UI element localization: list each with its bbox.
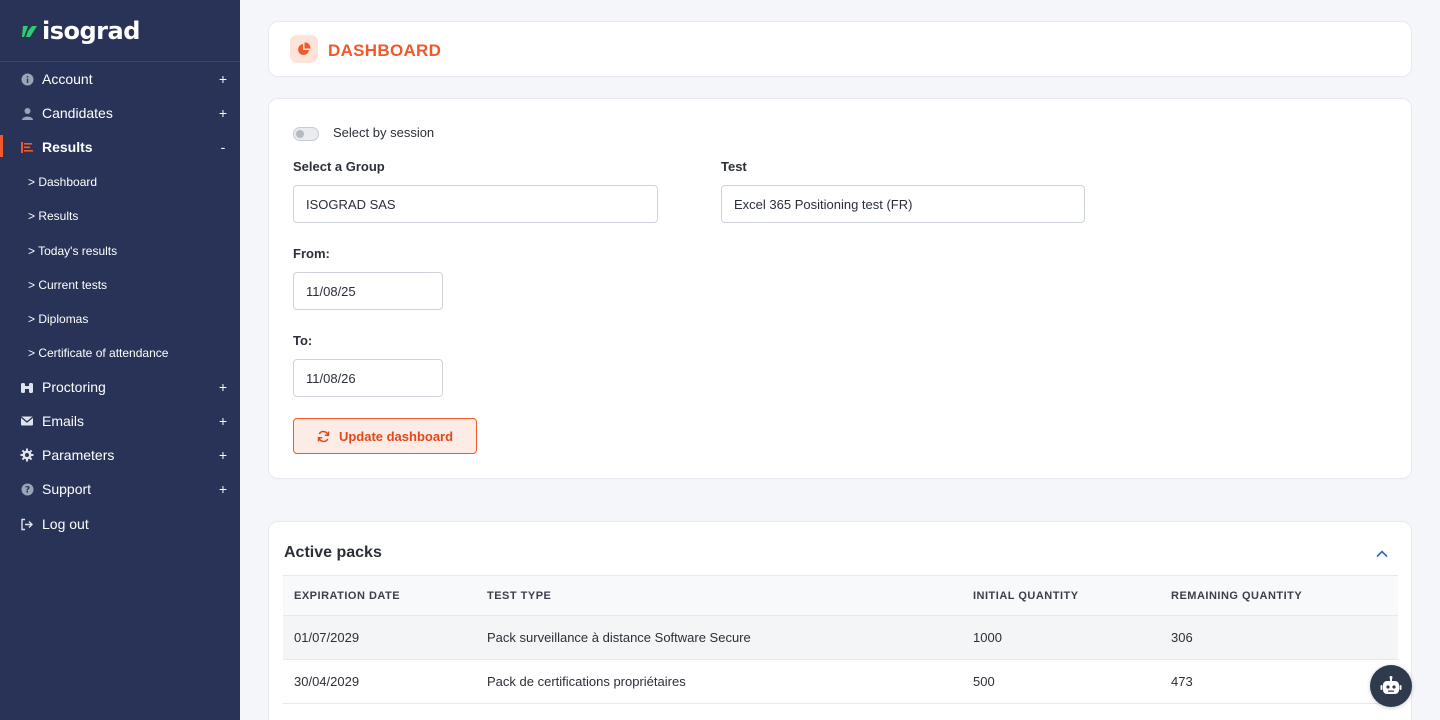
page-header: DASHBOARD	[268, 21, 1412, 77]
sidebar-item-label: Support	[42, 481, 92, 497]
refresh-icon	[317, 430, 330, 442]
sidebar-item-support[interactable]: ? Support +	[0, 474, 240, 504]
expand-icon[interactable]: +	[217, 71, 229, 87]
logout-icon	[20, 517, 34, 531]
group-select[interactable]	[293, 185, 658, 223]
to-label: To:	[293, 333, 313, 348]
from-label: From:	[293, 246, 330, 261]
column-header-test-type[interactable]: TEST TYPE	[476, 575, 962, 616]
sidebar: isograd Account + Candidates + Results -…	[0, 0, 240, 720]
sidebar-item-label: Emails	[42, 413, 85, 429]
sidebar-item-label: Results	[42, 139, 93, 155]
logo-text: isograd	[42, 17, 140, 45]
help-icon: ?	[20, 482, 34, 496]
cell-expiration-date: 01/07/2029	[283, 615, 476, 660]
expand-icon[interactable]: +	[217, 105, 229, 121]
cell-test-type: Pack surveillance à distance Software Se…	[476, 615, 962, 660]
dashboard-filter-form: Select by session Select a Group Test Fr…	[268, 98, 1412, 479]
update-dashboard-button[interactable]: Update dashboard	[293, 418, 477, 454]
select-by-session-label: Select by session	[333, 125, 435, 140]
sidebar-item-label: Proctoring	[42, 379, 106, 395]
table-row: 01/07/2029 Pack surveillance à distance …	[283, 615, 1398, 660]
column-header-remaining-quantity[interactable]: REMAINING QUANTITY	[1160, 575, 1398, 616]
group-label: Select a Group	[293, 159, 385, 174]
sidebar-item-emails[interactable]: Emails +	[0, 406, 240, 436]
sidebar-subitem-todays-results[interactable]: > Today's results	[28, 244, 117, 258]
sidebar-item-results[interactable]: Results -	[0, 132, 240, 162]
to-date-input[interactable]	[293, 359, 443, 397]
active-packs-table: EXPIRATION DATE TEST TYPE INITIAL QUANTI…	[283, 575, 1398, 704]
sidebar-item-label: Candidates	[42, 105, 113, 121]
test-label: Test	[721, 159, 747, 174]
expand-icon[interactable]: +	[217, 481, 229, 497]
from-date-input[interactable]	[293, 272, 443, 310]
column-header-expiration-date[interactable]: EXPIRATION DATE	[283, 575, 476, 616]
sidebar-item-logout[interactable]: Log out	[0, 509, 240, 539]
sidebar-item-account[interactable]: Account +	[0, 64, 240, 94]
isograd-logo[interactable]: isograd	[22, 16, 140, 46]
expand-icon[interactable]: +	[217, 379, 229, 395]
cell-remaining-quantity: 473	[1160, 659, 1398, 704]
cell-initial-quantity: 1000	[962, 615, 1160, 660]
cell-expiration-date: 30/04/2029	[283, 659, 476, 704]
table-header-row: EXPIRATION DATE TEST TYPE INITIAL QUANTI…	[283, 575, 1398, 616]
envelope-icon	[20, 414, 34, 428]
chatbot-button[interactable]	[1370, 665, 1412, 707]
update-dashboard-label: Update dashboard	[338, 428, 454, 444]
sidebar-divider	[0, 61, 240, 62]
robot-icon	[1380, 676, 1402, 694]
collapse-toggle[interactable]: -	[217, 139, 229, 155]
pie-chart-icon	[290, 35, 318, 63]
user-icon	[20, 106, 34, 120]
svg-text:?: ?	[24, 485, 29, 495]
sidebar-subitem-current-tests[interactable]: > Current tests	[28, 278, 107, 292]
cell-initial-quantity: 500	[962, 659, 1160, 704]
logo-mark-icon	[22, 26, 37, 37]
toggle-knob	[296, 130, 304, 138]
page-title: DASHBOARD	[328, 41, 442, 60]
sidebar-subitem-certificate-of-attendance[interactable]: > Certificate of attendance	[28, 346, 168, 360]
info-icon	[20, 72, 34, 86]
active-packs-panel: Active packs EXPIRATION DATE TEST TYPE I…	[268, 521, 1412, 720]
test-select[interactable]	[721, 185, 1085, 223]
cell-test-type: Pack de certifications propriétaires	[476, 659, 962, 704]
select-by-session-toggle[interactable]	[293, 127, 319, 141]
table-row: 30/04/2029 Pack de certifications propri…	[283, 659, 1398, 704]
binoculars-icon	[20, 380, 34, 394]
gear-icon	[20, 448, 34, 462]
sidebar-item-label: Log out	[42, 516, 89, 532]
expand-icon[interactable]: +	[217, 413, 229, 429]
cell-remaining-quantity: 306	[1160, 615, 1398, 660]
results-list-icon	[20, 140, 34, 154]
sidebar-subitem-diplomas[interactable]: > Diplomas	[28, 312, 88, 326]
expand-icon[interactable]: +	[217, 447, 229, 463]
chevron-up-icon[interactable]	[1375, 547, 1389, 561]
sidebar-subitem-dashboard[interactable]: > Dashboard	[28, 175, 97, 189]
sidebar-item-parameters[interactable]: Parameters +	[0, 440, 240, 470]
sidebar-item-candidates[interactable]: Candidates +	[0, 98, 240, 128]
column-header-initial-quantity[interactable]: INITIAL QUANTITY	[962, 575, 1160, 616]
sidebar-item-label: Account	[42, 71, 93, 87]
sidebar-item-label: Parameters	[42, 447, 115, 463]
active-packs-title: Active packs	[284, 544, 382, 561]
sidebar-item-proctoring[interactable]: Proctoring +	[0, 372, 240, 402]
sidebar-subitem-results[interactable]: > Results	[28, 209, 78, 223]
